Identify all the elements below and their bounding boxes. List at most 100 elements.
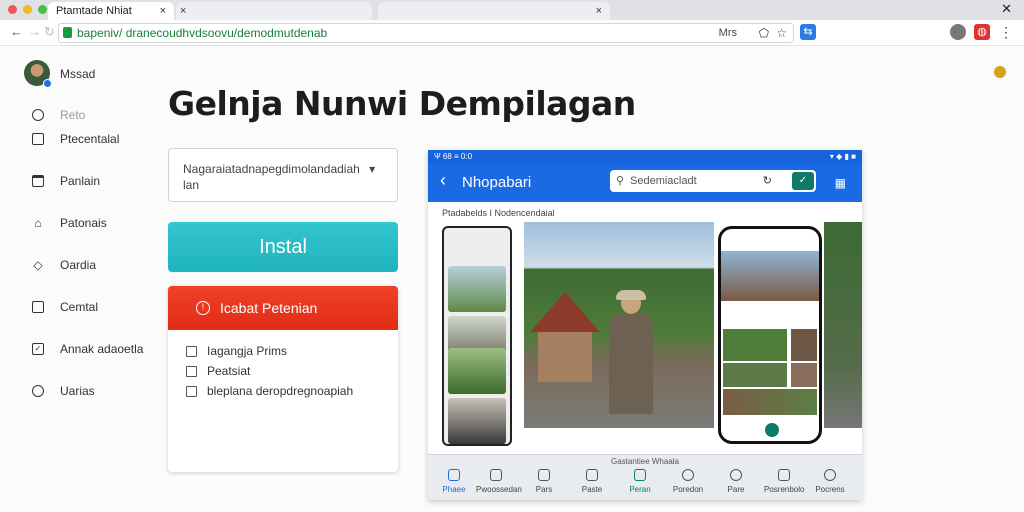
back-icon[interactable]: ← [10, 24, 23, 39]
checkbox-label: Peatsiat [207, 364, 251, 378]
reload-icon[interactable]: ↻ [44, 24, 55, 40]
back-arrow-icon[interactable]: ‹ [440, 170, 446, 191]
lock-icon [63, 27, 72, 38]
page-title: Gelnja Nunwi Dempilagan [168, 84, 636, 123]
preview-search-field[interactable]: ⚲ Sedemiacladt ↻ ✓ [610, 170, 816, 192]
url-text: bapeniv/ dranecoudhvdsoovu/demodmutdenab [77, 26, 328, 40]
dropdown-select[interactable]: Nagaraiatadnapegdimolandadiah ▾ lan [168, 148, 398, 202]
maximize-window-dot[interactable] [38, 5, 47, 14]
tab-close-icon[interactable]: × [160, 2, 166, 20]
sidebar-item-label: Panlain [60, 174, 101, 188]
house-shape [538, 332, 592, 382]
nav-item[interactable]: Pocrens [810, 469, 850, 494]
nav-item[interactable]: Pare [716, 469, 756, 494]
close-window-dot[interactable] [8, 5, 17, 14]
person-figure [606, 290, 656, 428]
online-badge [43, 79, 52, 88]
grid-icon[interactable]: ▦ [835, 176, 846, 190]
checkbox-option[interactable]: Iagangja Prims [186, 343, 287, 359]
window-controls[interactable] [8, 5, 47, 14]
nav-item[interactable]: Paste [572, 469, 612, 494]
nav-item[interactable]: Pars [524, 469, 564, 494]
danger-button-label: Icabat Petenian [220, 300, 318, 316]
tab-title: Ptamtade Nhiat [56, 5, 132, 17]
calendar-icon [30, 173, 46, 189]
status-right: ▾ ◆ ▮ ■ [829, 152, 856, 161]
extension-puzzle-icon[interactable] [950, 24, 966, 40]
checkbox-option[interactable]: Peatsiat [186, 363, 250, 379]
sidebar-item-panlain[interactable]: Panlain [30, 172, 100, 190]
avatar[interactable] [24, 60, 52, 88]
extension-red-icon[interactable]: ◍ [974, 24, 990, 40]
bottom-navigation: Gastantiee Whaala Phaee Pwoossedan Pars … [428, 454, 862, 500]
app-title: Nhopabari [462, 174, 532, 191]
tab-strip: Ptamtade Nhiat × × × ✕ [0, 0, 1024, 20]
nav-item[interactable]: Peran [620, 469, 660, 494]
browser-tab[interactable]: × [378, 2, 610, 20]
thumbnail-image [448, 398, 506, 444]
thumbnail-image [448, 348, 506, 394]
chevron-down-icon: ▾ [369, 162, 376, 176]
phone-mockup [718, 226, 822, 444]
search-icon: ⚲ [616, 175, 625, 187]
square-icon [30, 299, 46, 315]
checkbox[interactable] [186, 385, 197, 397]
check-square-icon: ✓ [30, 341, 46, 357]
select-value-line2: lan [183, 178, 200, 192]
nav-item[interactable]: Pwoossedan [476, 469, 522, 494]
palm-tree-image [824, 222, 862, 428]
phone-status-bar: Ψ 68 ≡ 0:0 ▾ ◆ ▮ ■ [428, 150, 862, 164]
search-placeholder: Sedemiacladt [630, 175, 697, 187]
checkbox[interactable] [186, 345, 197, 357]
danger-button[interactable]: ! Icabat Petenian [168, 286, 398, 330]
nav-item[interactable]: Phaee [434, 469, 474, 494]
circle-icon [30, 383, 46, 399]
url-suffix: Mrs [718, 27, 737, 39]
extension-icon[interactable]: ⇆ [800, 24, 816, 40]
nav-item[interactable]: Poredon [668, 469, 708, 494]
thumbnail-image [448, 266, 506, 312]
select-value: Nagaraiatadnapegdimolandadiah [183, 162, 360, 176]
minimize-window-dot[interactable] [23, 5, 32, 14]
app-header: ‹ Nhopabari ⚲ Sedemiacladt ↻ ✓ ▦ [428, 164, 862, 202]
notification-icon[interactable] [994, 66, 1006, 78]
checkbox-option[interactable]: bleplana deropdregnoapiah [186, 383, 353, 399]
sidebar-item-label: Uarias [60, 384, 95, 398]
roof-shape [530, 292, 600, 332]
sidebar-item-cemtal[interactable]: Cemtal [30, 298, 98, 316]
tab-close-icon[interactable]: × [596, 2, 602, 20]
alert-icon: ! [196, 301, 210, 315]
phone-fab-icon [765, 423, 779, 437]
browser-tab[interactable]: × [176, 2, 372, 20]
forward-icon[interactable]: → [28, 24, 41, 39]
sidebar-item-oardia[interactable]: ◇ Oardia [30, 256, 96, 274]
address-bar-row: ← → ↻ bapeniv/ dranecoudhvdsoovu/demodmu… [0, 20, 1024, 46]
sidebar-item-label: Oardia [60, 258, 97, 272]
menu-icon[interactable]: ⋮ [998, 24, 1014, 40]
sidebar-item-reto[interactable]: Reto [30, 106, 85, 124]
clock-icon [30, 107, 46, 123]
preview-breadcrumb: Ptadabelds I Nodencendaial [442, 208, 555, 218]
browser-tab-active[interactable]: Ptamtade Nhiat × [48, 2, 174, 20]
sidebar-item-uarias[interactable]: Uarias [30, 382, 95, 400]
sidebar-item-annak-adaoetla[interactable]: ✓ Annak adaoetla [30, 340, 143, 358]
hero-photo [524, 222, 714, 428]
phone-thumbnail-left [442, 226, 512, 446]
sidebar-item-label: Ptecentalal [60, 132, 120, 146]
sidebar-item-label: Patonais [60, 216, 107, 230]
sidebar-item-label: Reto [60, 108, 86, 122]
tab-close-icon[interactable]: × [180, 2, 186, 20]
bottom-nav-label: Gastantiee Whaala [610, 457, 680, 466]
share-icon[interactable]: ⬠ [759, 24, 769, 42]
sidebar-item-patonais[interactable]: ⌂ Patonais [30, 214, 107, 232]
user-name: Mssad [60, 67, 96, 81]
refresh-icon[interactable]: ↻ [763, 170, 772, 192]
checkbox[interactable] [186, 365, 197, 377]
url-field[interactable]: bapeniv/ dranecoudhvdsoovu/demodmutdenab… [58, 23, 794, 43]
search-go-icon[interactable]: ✓ [792, 172, 814, 190]
sidebar-item-ptecentalal[interactable]: Ptecentalal [30, 130, 119, 148]
install-button[interactable]: Instal [168, 222, 398, 272]
star-icon[interactable]: ☆ [776, 24, 787, 42]
window-close-icon[interactable]: ✕ [1001, 1, 1012, 17]
nav-item[interactable]: Posrenbolo [764, 469, 804, 494]
